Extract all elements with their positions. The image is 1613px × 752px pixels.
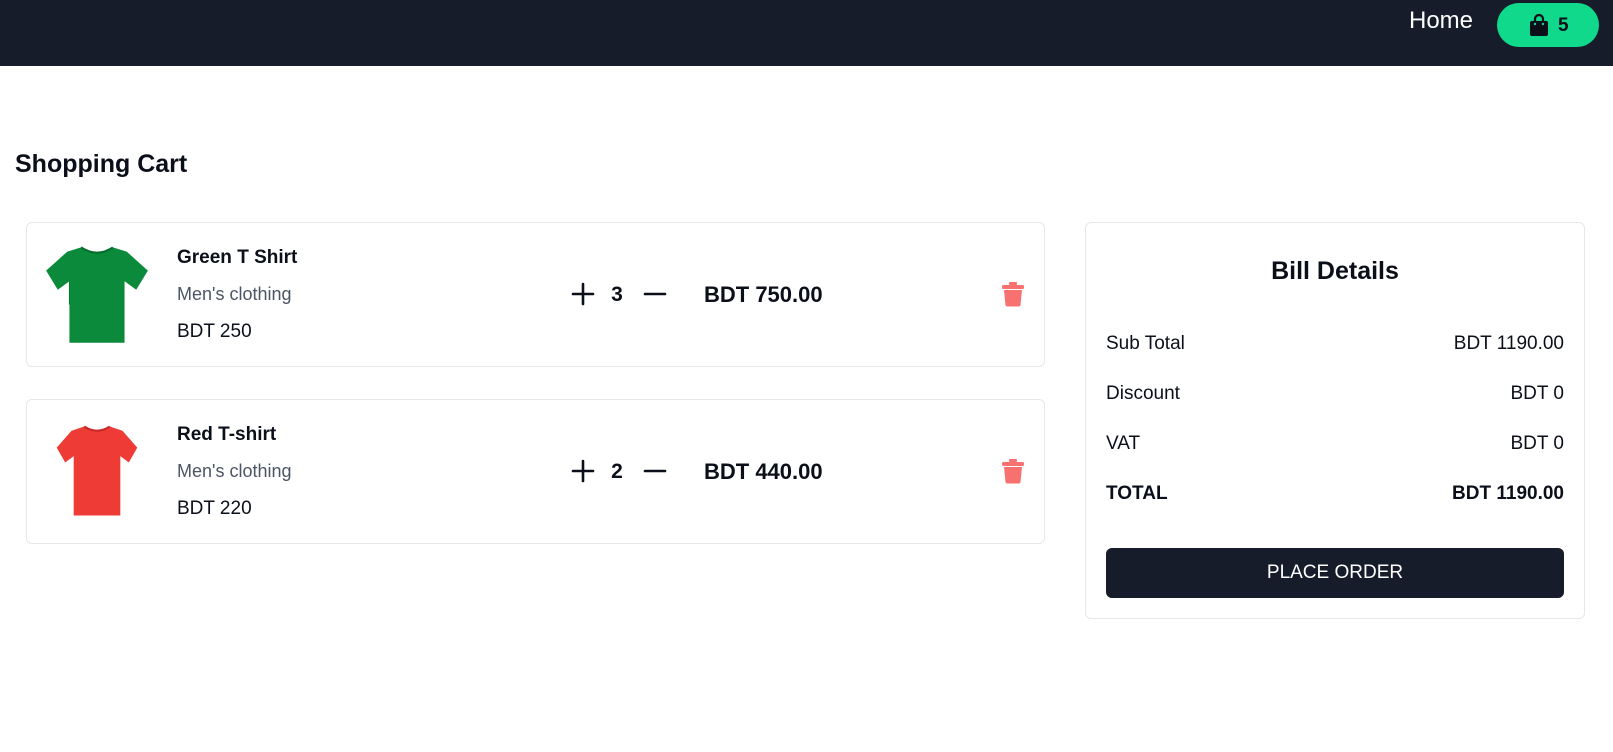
top-navbar: Home 5 <box>0 0 1613 66</box>
page-title: Shopping Cart <box>15 150 188 178</box>
bill-details-panel: Bill Details Sub Total BDT 1190.00 Disco… <box>1085 222 1585 619</box>
minus-icon[interactable] <box>642 458 668 484</box>
minus-icon[interactable] <box>642 281 668 307</box>
discount-value: BDT 0 <box>1510 383 1564 404</box>
item-unit-price: BDT 250 <box>177 321 252 342</box>
trash-icon[interactable] <box>1001 281 1025 307</box>
item-line-total: BDT 750.00 <box>704 282 823 307</box>
quantity-value: 2 <box>611 460 623 483</box>
total-value: BDT 1190.00 <box>1452 483 1564 504</box>
item-name: Green T Shirt <box>177 247 298 268</box>
place-order-button[interactable]: PLACE ORDER <box>1106 548 1564 598</box>
item-category: Men's clothing <box>177 461 292 481</box>
cart-button[interactable]: 5 <box>1497 3 1599 47</box>
nav-home-link[interactable]: Home <box>1409 7 1473 35</box>
cart-item: Green T Shirt Men's clothing BDT 250 3 B… <box>26 222 1045 367</box>
green-tshirt-image <box>46 246 148 343</box>
cart-item: Red T-shirt Men's clothing BDT 220 2 BDT… <box>26 399 1045 544</box>
quantity-value: 3 <box>611 283 623 306</box>
red-tshirt-image <box>56 425 138 516</box>
item-line-total: BDT 440.00 <box>704 459 823 484</box>
total-label: TOTAL <box>1106 483 1168 504</box>
trash-icon[interactable] <box>1001 458 1025 484</box>
bill-title: Bill Details <box>1271 257 1399 285</box>
item-name: Red T-shirt <box>177 424 277 445</box>
plus-icon[interactable] <box>570 458 596 484</box>
vat-value: BDT 0 <box>1510 433 1564 454</box>
item-category: Men's clothing <box>177 284 292 304</box>
shopping-bag-icon <box>1530 13 1548 36</box>
sub-total-value: BDT 1190.00 <box>1453 333 1564 354</box>
vat-label: VAT <box>1106 433 1141 454</box>
sub-total-label: Sub Total <box>1106 333 1185 354</box>
cart-count-badge: 5 <box>1558 15 1569 36</box>
plus-icon[interactable] <box>570 281 596 307</box>
discount-label: Discount <box>1106 383 1180 404</box>
item-unit-price: BDT 220 <box>177 498 252 519</box>
